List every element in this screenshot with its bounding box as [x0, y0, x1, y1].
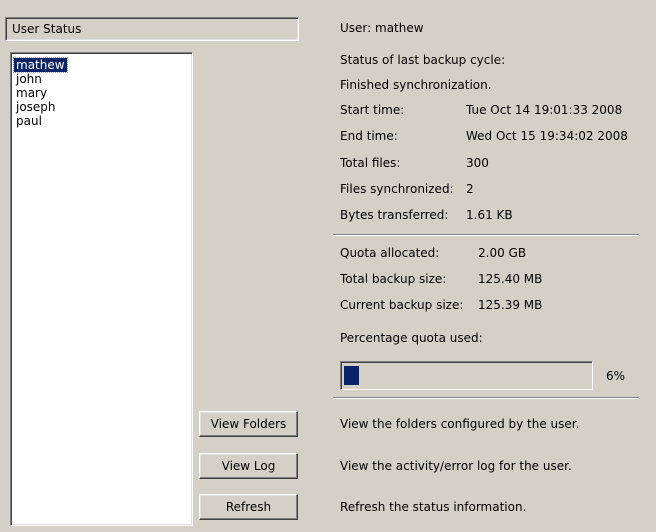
- list-item[interactable]: paul: [14, 114, 189, 128]
- current-backup-size-label: Current backup size:: [340, 298, 464, 312]
- separator: [333, 397, 639, 399]
- start-time-value: Tue Oct 14 19:01:33 2008: [466, 103, 623, 117]
- view-log-description: View the activity/error log for the user…: [340, 459, 572, 473]
- view-log-button[interactable]: View Log: [199, 453, 298, 479]
- total-backup-size-value: 125.40 MB: [478, 272, 543, 286]
- list-item[interactable]: mary: [14, 86, 189, 100]
- user-status-header: User Status: [5, 17, 299, 41]
- list-item-label: john: [16, 72, 42, 86]
- view-folders-description: View the folders configured by the user.: [340, 417, 580, 431]
- total-files-value: 300: [466, 156, 489, 170]
- quota-allocated-value: 2.00 GB: [478, 246, 527, 260]
- view-folders-button[interactable]: View Folders: [199, 411, 298, 437]
- start-time-label: Start time:: [340, 103, 405, 117]
- current-backup-size-value: 125.39 MB: [478, 298, 543, 312]
- end-time-value: Wed Oct 15 19:34:02 2008: [466, 129, 628, 143]
- percentage-value: 6%: [606, 369, 626, 383]
- total-files-label: Total files:: [340, 156, 401, 170]
- user-line: User: mathew: [340, 21, 424, 35]
- bytes-transferred-value: 1.61 KB: [466, 208, 513, 222]
- percentage-quota-label: Percentage quota used:: [340, 331, 483, 345]
- end-time-label: End time:: [340, 129, 398, 143]
- separator: [333, 234, 639, 236]
- last-cycle-label: Status of last backup cycle:: [340, 53, 506, 67]
- list-item[interactable]: mathew: [13, 57, 189, 73]
- files-synchronized-label: Files synchronized:: [340, 182, 454, 196]
- last-cycle-value: Finished synchronization.: [340, 78, 492, 92]
- list-item[interactable]: joseph: [14, 100, 189, 114]
- list-item-label: mathew: [13, 57, 68, 73]
- files-synchronized-value: 2: [466, 182, 474, 196]
- list-item-label: paul: [16, 114, 42, 128]
- quota-progress-bar: [340, 361, 593, 390]
- user-list[interactable]: mathew john mary joseph paul: [10, 52, 193, 526]
- list-item-label: mary: [16, 86, 48, 100]
- refresh-description: Refresh the status information.: [340, 500, 527, 514]
- total-backup-size-label: Total backup size:: [340, 272, 447, 286]
- refresh-button[interactable]: Refresh: [199, 494, 298, 520]
- list-item-label: joseph: [16, 100, 56, 114]
- bytes-transferred-label: Bytes transferred:: [340, 208, 449, 222]
- progress-fill: [344, 366, 359, 385]
- quota-allocated-label: Quota allocated:: [340, 246, 440, 260]
- progress-track: [344, 366, 589, 385]
- list-item[interactable]: john: [14, 72, 189, 86]
